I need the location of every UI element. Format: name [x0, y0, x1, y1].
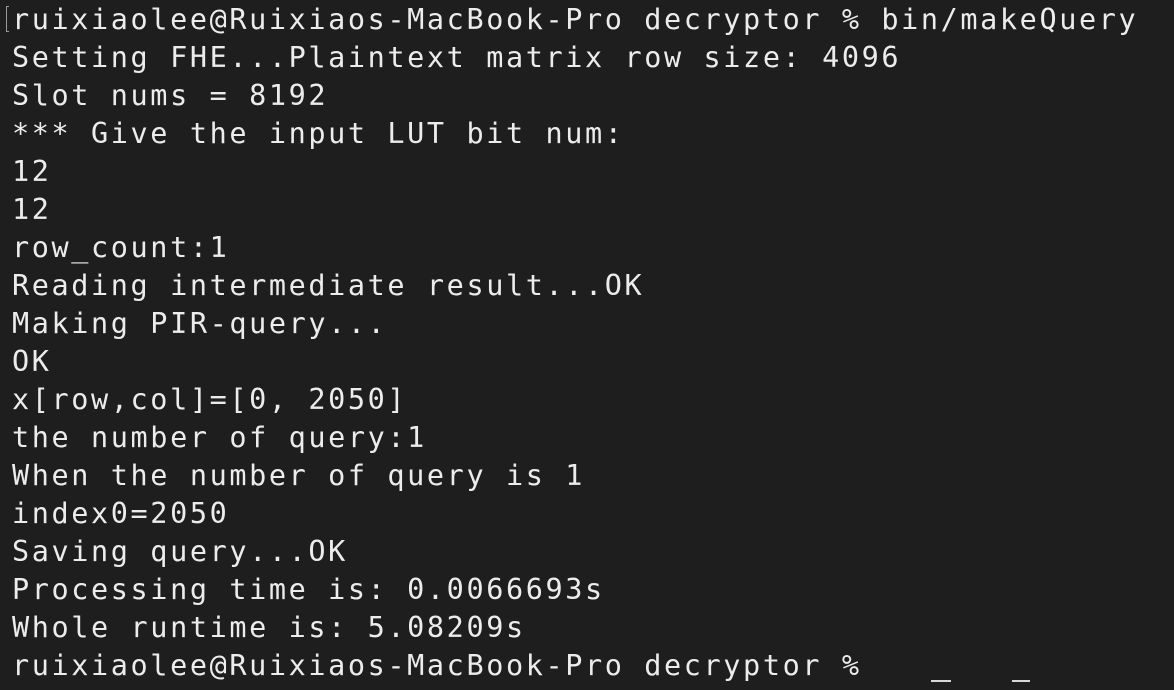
terminal-line-output: index0=2050	[12, 497, 230, 530]
terminal-line-output: the number of query:1	[12, 421, 427, 454]
terminal-line-input: 12	[12, 155, 52, 188]
cursor-mark	[1012, 680, 1030, 682]
terminal-window[interactable]: ruixiaolee@Ruixiaos-MacBook-Pro decrypto…	[0, 0, 1174, 690]
terminal-line-output: *** Give the input LUT bit num:	[12, 117, 625, 150]
prompt-marker	[6, 6, 9, 32]
terminal-line-output: Saving query...OK	[12, 535, 348, 568]
cursor-mark	[931, 680, 951, 682]
terminal-line-output: Reading intermediate result...OK	[12, 269, 645, 302]
terminal-line-output: Setting FHE...Plaintext matrix row size:…	[12, 41, 902, 74]
terminal-line-output: 12	[12, 193, 52, 226]
terminal-line-output: When the number of query is 1	[12, 459, 585, 492]
terminal-line-command: ruixiaolee@Ruixiaos-MacBook-Pro decrypto…	[12, 3, 1139, 36]
terminal-line-output: Slot nums = 8192	[12, 79, 329, 112]
terminal-line-output: x[row,col]=[0, 2050]	[12, 383, 408, 416]
terminal-line-output: Making PIR-query...	[12, 307, 388, 340]
terminal-line-prompt[interactable]: ruixiaolee@Ruixiaos-MacBook-Pro decrypto…	[12, 647, 1174, 685]
terminal-line-output: row_count:1	[12, 231, 230, 264]
terminal-line-output: OK	[12, 345, 52, 378]
terminal-line-output: Processing time is: 0.0066693s	[12, 573, 605, 606]
terminal-line-output: Whole runtime is: 5.08209s	[12, 611, 526, 644]
